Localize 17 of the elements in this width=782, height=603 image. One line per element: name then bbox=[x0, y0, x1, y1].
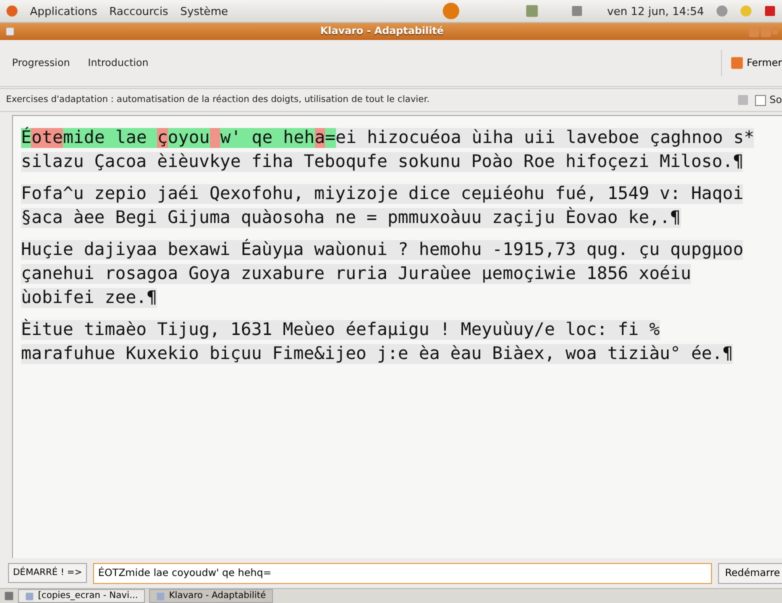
panel-menu[interactable]: Raccourcis bbox=[109, 4, 168, 18]
option-checkbox[interactable] bbox=[754, 94, 766, 106]
panel-menu[interactable]: Applications bbox=[30, 4, 98, 18]
restart-button[interactable]: Redémarre bbox=[718, 562, 782, 584]
status-label: DÉMARRÉ ! => bbox=[8, 563, 88, 583]
text-line: Éotemide lae çoyou w' qe heha=ei hizocuéoa ùiha uii laveboe çaghnoo s* bbox=[21, 126, 756, 150]
taskbar-button[interactable]: [copies_ecran - Navi... bbox=[18, 589, 145, 603]
typing-field[interactable]: ÉOTZmide lae coyoudw' qe hehq= bbox=[93, 562, 712, 584]
toolbar-tab[interactable]: Progression bbox=[12, 56, 70, 70]
option-label: So bbox=[770, 94, 782, 106]
close-button[interactable]: Fermer bbox=[720, 50, 782, 76]
toolbar-tab[interactable]: Introduction bbox=[88, 56, 148, 70]
window-title: Klavaro - Adaptabilité bbox=[319, 26, 445, 37]
instructions-text: Exercises d'adaptation : automatisation de la réaction des doigts, utilisation de tout le clavier. bbox=[6, 95, 431, 105]
taskbar-button[interactable]: Klavaro - Adaptabilité bbox=[148, 589, 273, 603]
panel-menu[interactable]: Système bbox=[180, 4, 228, 18]
clock: ven 12 jun, 14:54 bbox=[607, 4, 704, 18]
